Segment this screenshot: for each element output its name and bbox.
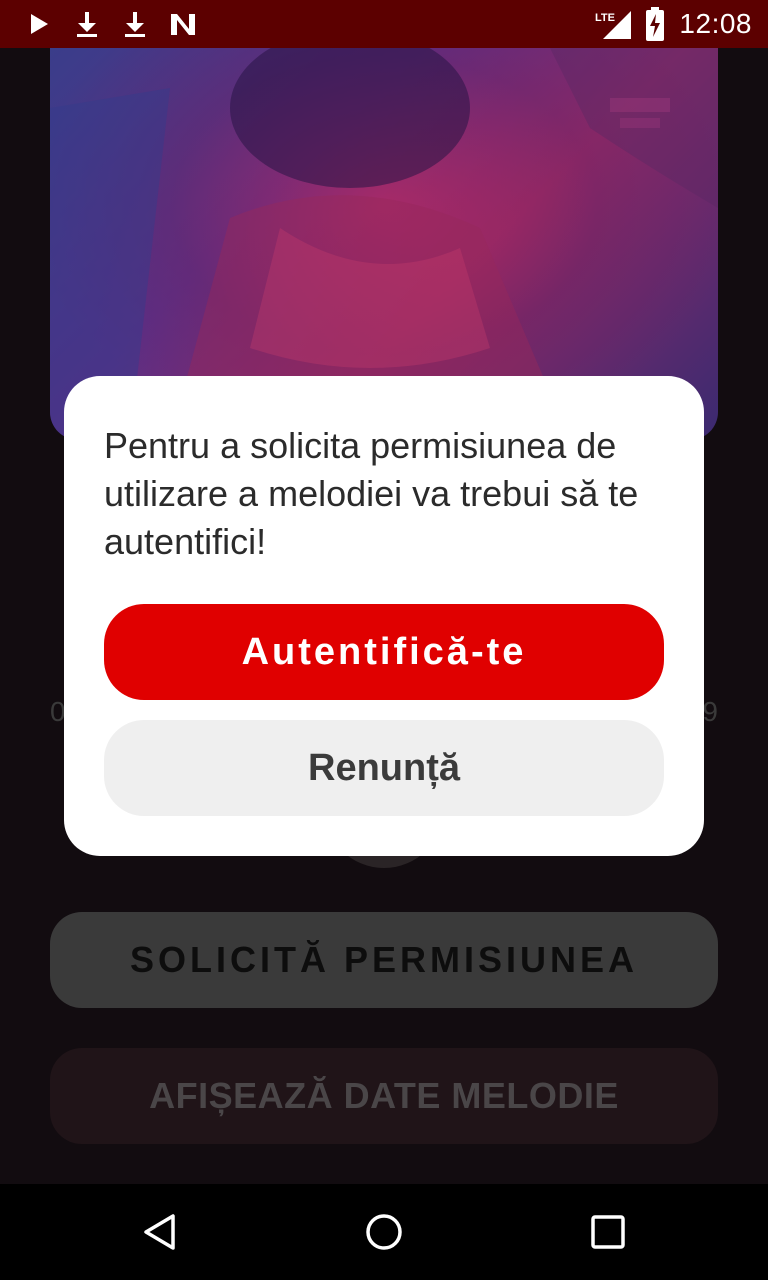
download-icon — [77, 12, 97, 37]
total-time: 9 — [702, 696, 718, 727]
n-app-icon — [171, 14, 195, 35]
dialog-message: Pentru a solicita permisiunea de utiliza… — [104, 425, 639, 562]
status-notifications — [24, 8, 198, 40]
back-icon[interactable] — [140, 1212, 180, 1252]
show-song-data-button[interactable]: AFIȘEAZĂ DATE MELODIE — [50, 1048, 718, 1144]
auth-dialog: Pentru a solicita permisiunea de utiliza… — [64, 376, 704, 856]
play-icon — [31, 14, 48, 34]
request-permission-button[interactable]: SOLICITĂ PERMISIUNEA — [50, 912, 718, 1008]
svg-text:LTE: LTE — [595, 12, 615, 24]
status-time: 12:08 — [679, 8, 752, 39]
download-icon — [125, 12, 145, 37]
status-bar: LTE 12:08 — [0, 0, 768, 48]
home-icon[interactable] — [364, 1212, 404, 1252]
battery-icon — [646, 7, 665, 41]
cancel-button[interactable]: Renunță — [104, 720, 664, 816]
status-system: LTE 12:08 — [595, 0, 752, 48]
login-button[interactable]: Autentifică-te — [104, 604, 664, 700]
lte-signal-icon: LTE — [595, 11, 632, 39]
recents-icon[interactable] — [588, 1212, 628, 1252]
navigation-bar — [0, 1184, 768, 1280]
